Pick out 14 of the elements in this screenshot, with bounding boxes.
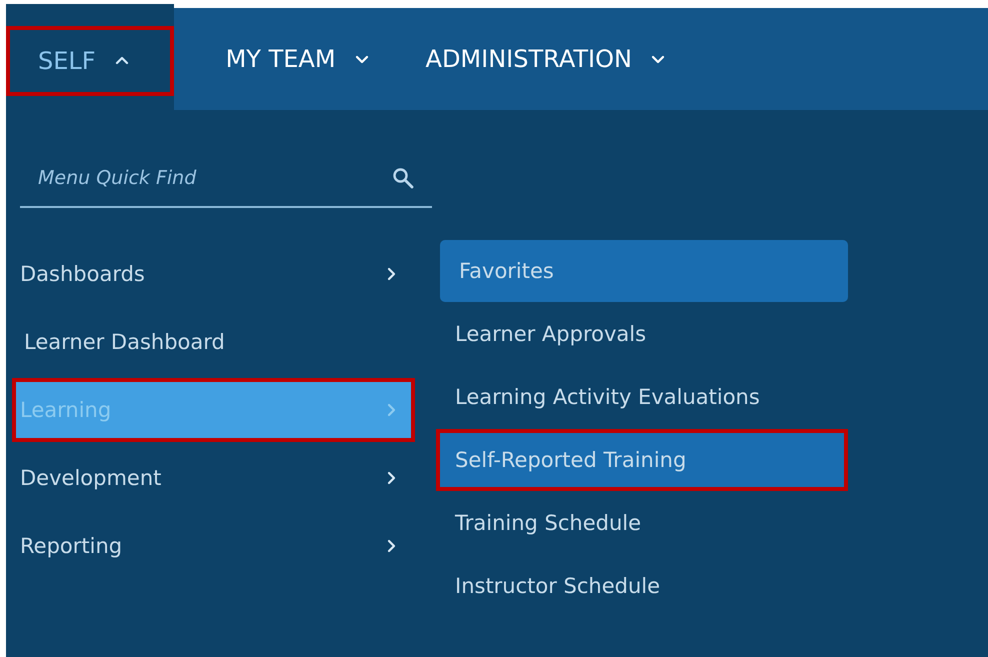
nav-tab[interactable]: ADMINISTRATION [400,8,696,110]
submenu-item[interactable]: Self-Reported Training [436,429,848,491]
menu-item[interactable]: Development [12,444,415,512]
menu-item[interactable]: Reporting [12,512,415,580]
submenu-item[interactable]: Instructor Schedule [436,555,848,617]
menu-item[interactable]: Dashboards [12,240,415,308]
nav-tab[interactable]: MY TEAM [174,8,400,110]
submenu-item[interactable]: Training Schedule [436,492,848,554]
search-icon [392,167,414,189]
search-field[interactable]: Menu Quick Find [36,166,392,190]
submenu-item[interactable]: Learning Activity Evaluations [436,366,848,428]
submenu-item[interactable]: Learner Approvals [436,303,848,365]
menu-item[interactable]: Learner Dashboard [12,308,415,376]
submenu-item[interactable]: Favorites [440,240,848,302]
